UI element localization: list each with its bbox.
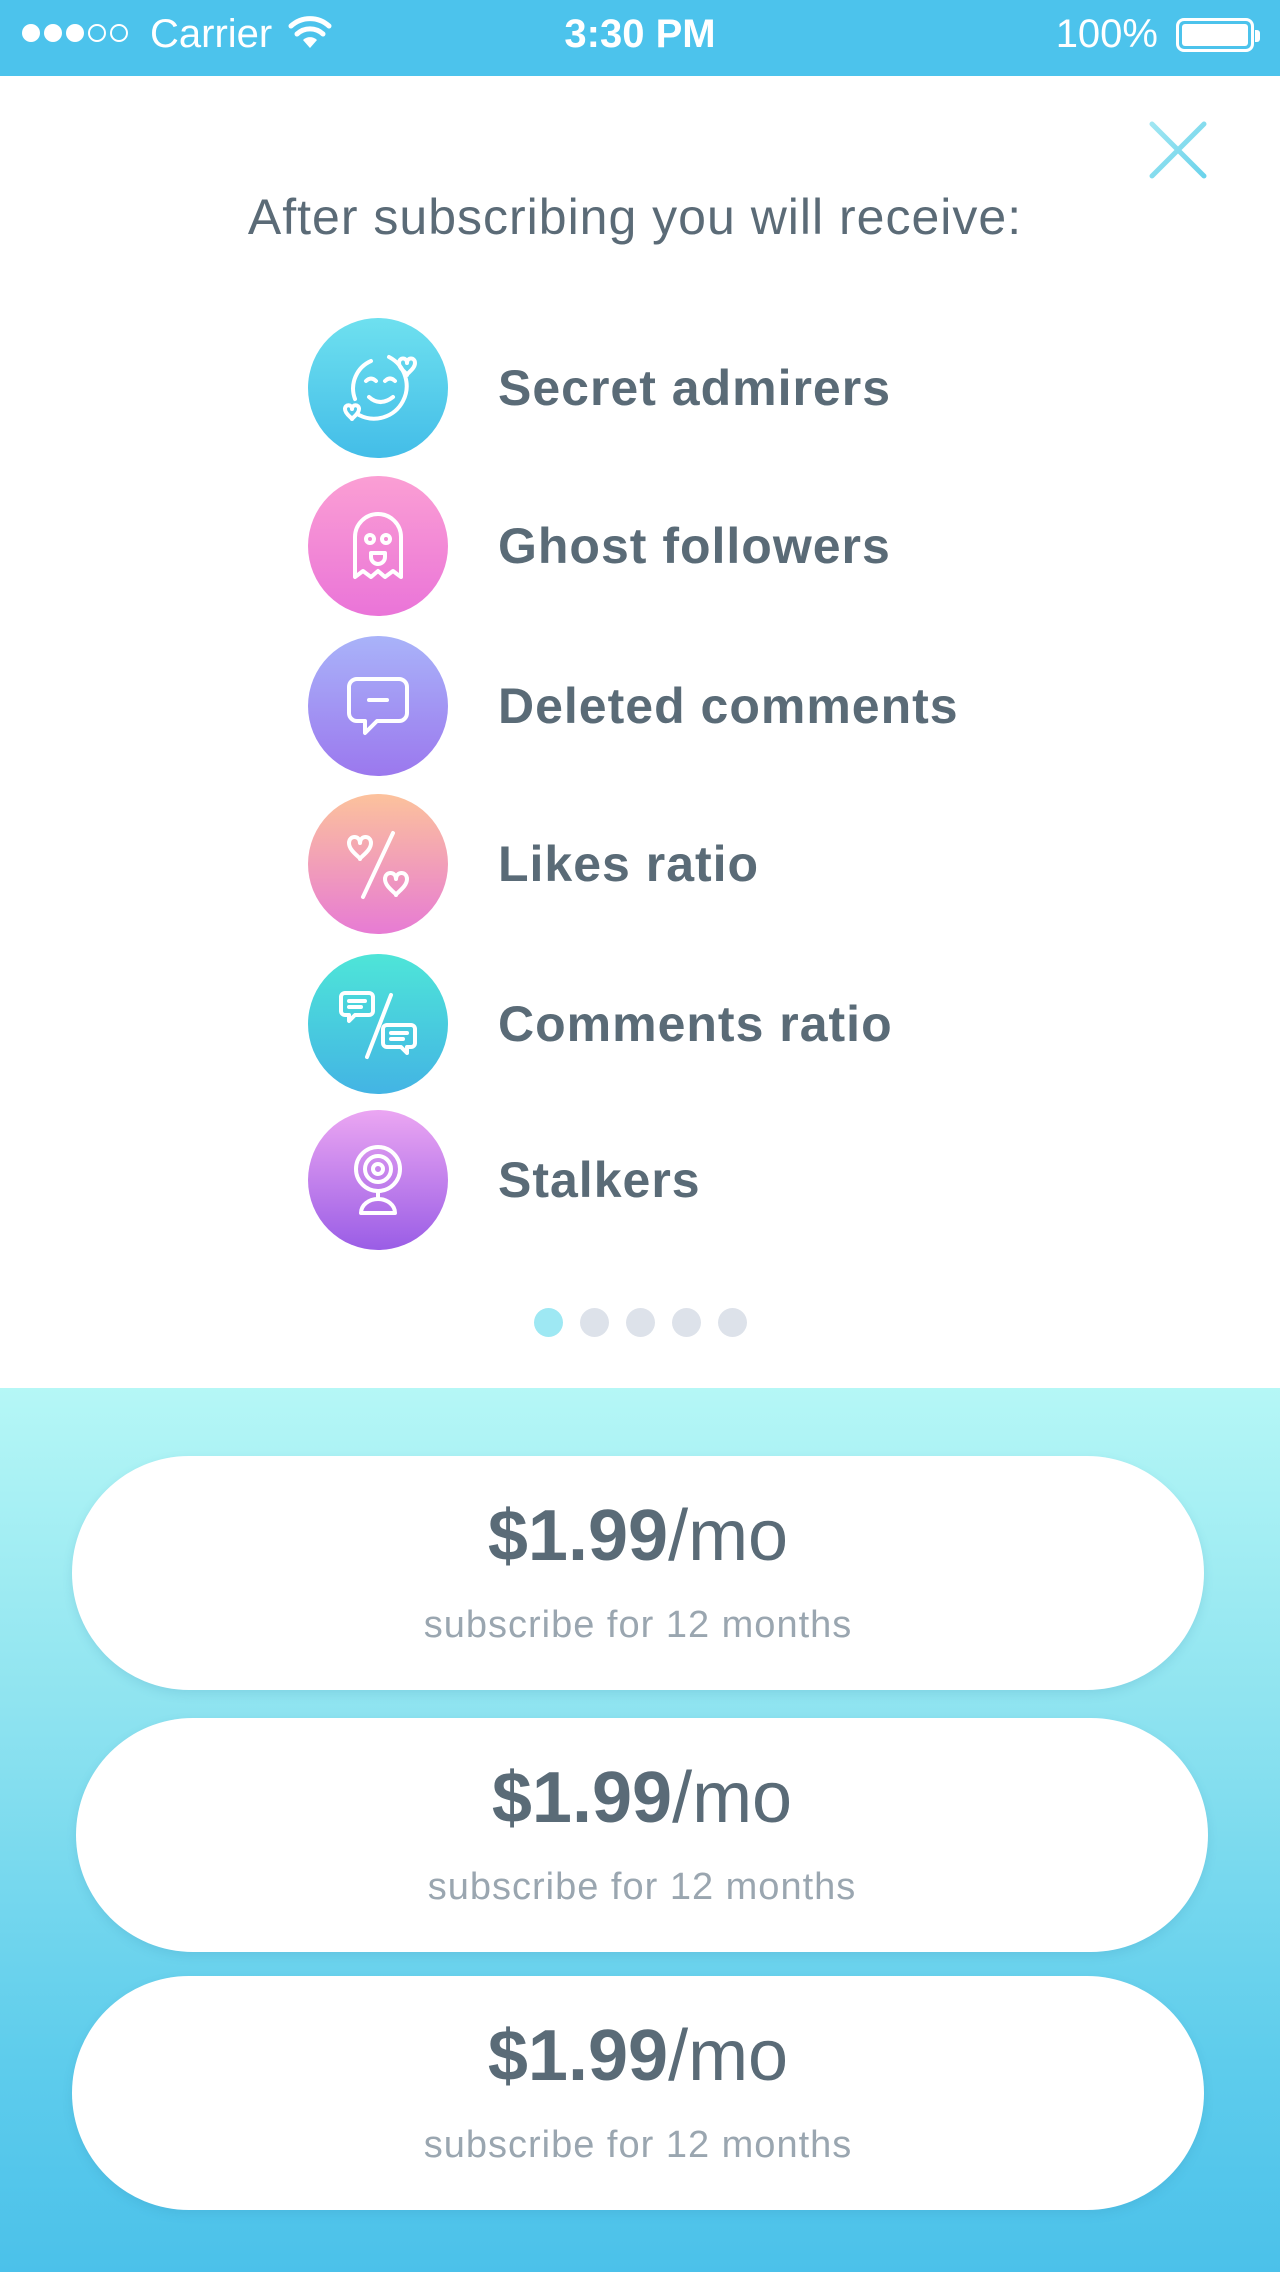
page-dot-2[interactable] (579, 1308, 609, 1337)
pricing-section: $1.99/mo subscribe for 12 months $1.99/m… (0, 1388, 1280, 2272)
feature-secret-admirers: Secret admirers (308, 318, 1068, 458)
smiling-face-hearts-icon (308, 318, 448, 458)
feature-label: Secret admirers (498, 360, 892, 416)
feature-label: Deleted comments (498, 678, 959, 734)
plan-option-3[interactable]: $1.99/mo subscribe for 12 months (72, 1976, 1204, 2210)
page-dot-4[interactable] (671, 1308, 701, 1337)
page-dot-5[interactable] (717, 1308, 747, 1337)
comment-bubble-icon (308, 636, 448, 776)
plan-option-1[interactable]: $1.99/mo subscribe for 12 months (72, 1456, 1204, 1690)
plan-price: $1.99 (487, 1496, 669, 1576)
feature-label: Likes ratio (498, 836, 760, 892)
feature-deleted-comments: Deleted comments (308, 636, 1068, 776)
plan-period: /mo (668, 2016, 789, 2096)
feature-comments-ratio: Comments ratio (308, 954, 1068, 1094)
feature-ghost-followers: Ghost followers (308, 476, 1068, 616)
plan-price: $1.99 (491, 1758, 673, 1838)
status-bar: Carrier 3:30 PM 100% (0, 0, 1280, 76)
plan-price: $1.99 (487, 2016, 669, 2096)
plan-option-2[interactable]: $1.99/mo subscribe for 12 months (76, 1718, 1208, 1952)
plan-description: subscribe for 12 months (427, 1866, 857, 1908)
plan-description: subscribe for 12 months (423, 2124, 853, 2166)
plan-period: /mo (668, 1496, 789, 1576)
page-dot-3[interactable] (625, 1308, 655, 1337)
likes-ratio-icon (308, 794, 448, 934)
headline: After subscribing you will receive: (247, 189, 1023, 245)
page-indicator (0, 1308, 1280, 1337)
battery-percentage: 100% (1055, 12, 1158, 56)
close-button[interactable] (1146, 118, 1210, 182)
close-icon (1149, 121, 1207, 179)
stalker-eye-icon (308, 1110, 448, 1250)
battery-icon (1176, 18, 1260, 52)
feature-stalkers: Stalkers (308, 1110, 1068, 1250)
feature-label: Stalkers (498, 1152, 701, 1208)
comments-ratio-icon (308, 954, 448, 1094)
feature-label: Comments ratio (498, 996, 893, 1052)
ghost-icon (308, 476, 448, 616)
plan-description: subscribe for 12 months (423, 1604, 853, 1646)
feature-label: Ghost followers (498, 518, 891, 574)
feature-likes-ratio: Likes ratio (308, 794, 1068, 934)
page-dot-1[interactable] (533, 1308, 563, 1337)
plan-period: /mo (672, 1758, 793, 1838)
